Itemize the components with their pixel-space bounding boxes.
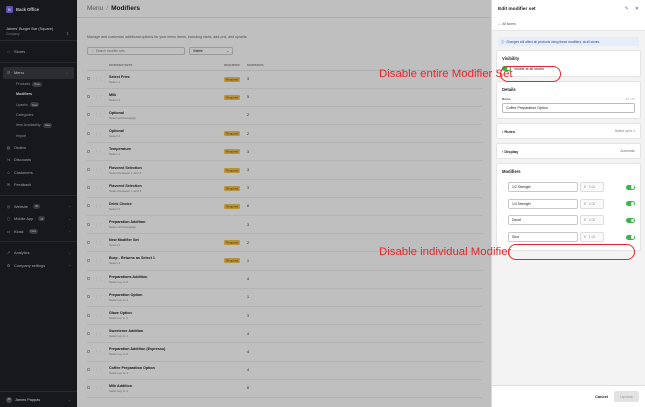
modifier-price: 1.00 [588,235,596,240]
update-button[interactable]: Update [614,391,639,402]
display-section[interactable]: › Display Automatic [496,143,641,159]
modifier-row: ⋮ Decaf $0.00 [502,212,635,229]
pencil-icon[interactable]: ✎ [625,6,629,12]
store-icon: ⌂ [498,22,501,26]
modifier-price: 0.00 [588,201,596,206]
rules-summary: Select up to 1 [614,129,635,133]
stores-scope[interactable]: ⌂ All stores [492,18,645,31]
display-header[interactable]: › Display Automatic [502,144,635,158]
modifier-price-field[interactable]: $0.00 [580,182,604,193]
display-summary: Automatic [620,149,635,153]
details-heading: Details [502,87,516,92]
modifier-row: ⋮ Shot $1.00 [502,229,635,246]
modal-overlay[interactable] [0,0,491,407]
drag-handle-icon[interactable]: ⋮ [502,235,506,239]
name-label-row: Name 25 / 60 [502,97,635,101]
modifier-price: 0.00 [588,185,596,190]
visibility-heading: Visibility [502,56,520,61]
panel-footer: Cancel Update [492,385,645,407]
modifier-name-field[interactable]: 1/4 Strength [508,198,578,209]
close-icon[interactable]: ✕ [635,6,639,12]
modifier-price-field[interactable]: $1.00 [580,232,604,243]
currency-symbol: $ [584,201,586,206]
modifier-row: ⋮ 1/4 Strength $0.00 [502,196,635,213]
drag-handle-icon[interactable]: ⋮ [502,185,506,189]
modifier-name-field[interactable]: Decaf [508,215,578,226]
edit-modifier-set-panel: Edit modifier set ✎ ✕ ⌂ All stores ⓘ Cha… [491,0,645,407]
currency-symbol: $ [584,185,586,190]
modifier-visibility-toggle[interactable] [626,217,635,223]
info-banner: ⓘ Changes will affect all products using… [498,37,639,46]
stores-label: All stores [502,22,517,26]
drag-handle-icon[interactable]: ⋮ [502,202,506,206]
modifiers-heading: Modifiers [502,169,521,174]
name-field[interactable]: Coffee Preparation Option [502,103,635,113]
rules-heading: Rules [504,128,515,134]
rules-header[interactable]: › Rules Select up to 1 [502,124,635,138]
currency-symbol: $ [584,235,586,240]
info-icon: ⓘ [501,40,505,44]
modifier-row: ⋮ 1/2 Strength $0.00 [502,179,635,196]
modifier-price-field[interactable]: $0.00 [580,198,604,209]
modifiers-card: Modifiers ⋮ 1/2 Strength $0.00 ⋮ 1/4 Strengt… [496,163,641,252]
modifier-name-field[interactable]: 1/2 Strength [508,182,578,193]
details-card: Details Name 25 / 60 Coffee Preparation … [496,81,641,119]
modifiers-list: ⋮ 1/2 Strength $0.00 ⋮ 1/4 Strength $0.00 ⋮ Dec… [502,179,635,245]
annotation-oval-modifier [508,244,635,260]
display-heading: Display [504,148,519,154]
panel-header: Edit modifier set ✎ ✕ [492,0,645,18]
cancel-button[interactable]: Cancel [595,394,608,399]
modifier-name-field[interactable]: Shot [508,232,578,243]
rules-section[interactable]: › Rules Select up to 1 [496,123,641,139]
name-char-count: 25 / 60 [625,97,635,101]
modifier-visibility-toggle[interactable] [626,234,635,240]
name-label: Name [502,97,511,101]
annotation-top: Disable entire Modifier Set [379,68,513,80]
panel-title: Edit modifier set [498,6,536,12]
modifier-price-field[interactable]: $0.00 [580,215,604,226]
currency-symbol: $ [584,218,586,223]
drag-handle-icon[interactable]: ⋮ [502,218,506,222]
modifier-visibility-toggle[interactable] [626,184,635,190]
modifier-visibility-toggle[interactable] [626,201,635,207]
modifier-price: 0.00 [588,218,596,223]
annotation-oval-visibility [500,66,561,82]
annotation-bottom: Disable individual Modifier [379,246,512,258]
info-text: Changes will affect all products using t… [506,39,601,44]
